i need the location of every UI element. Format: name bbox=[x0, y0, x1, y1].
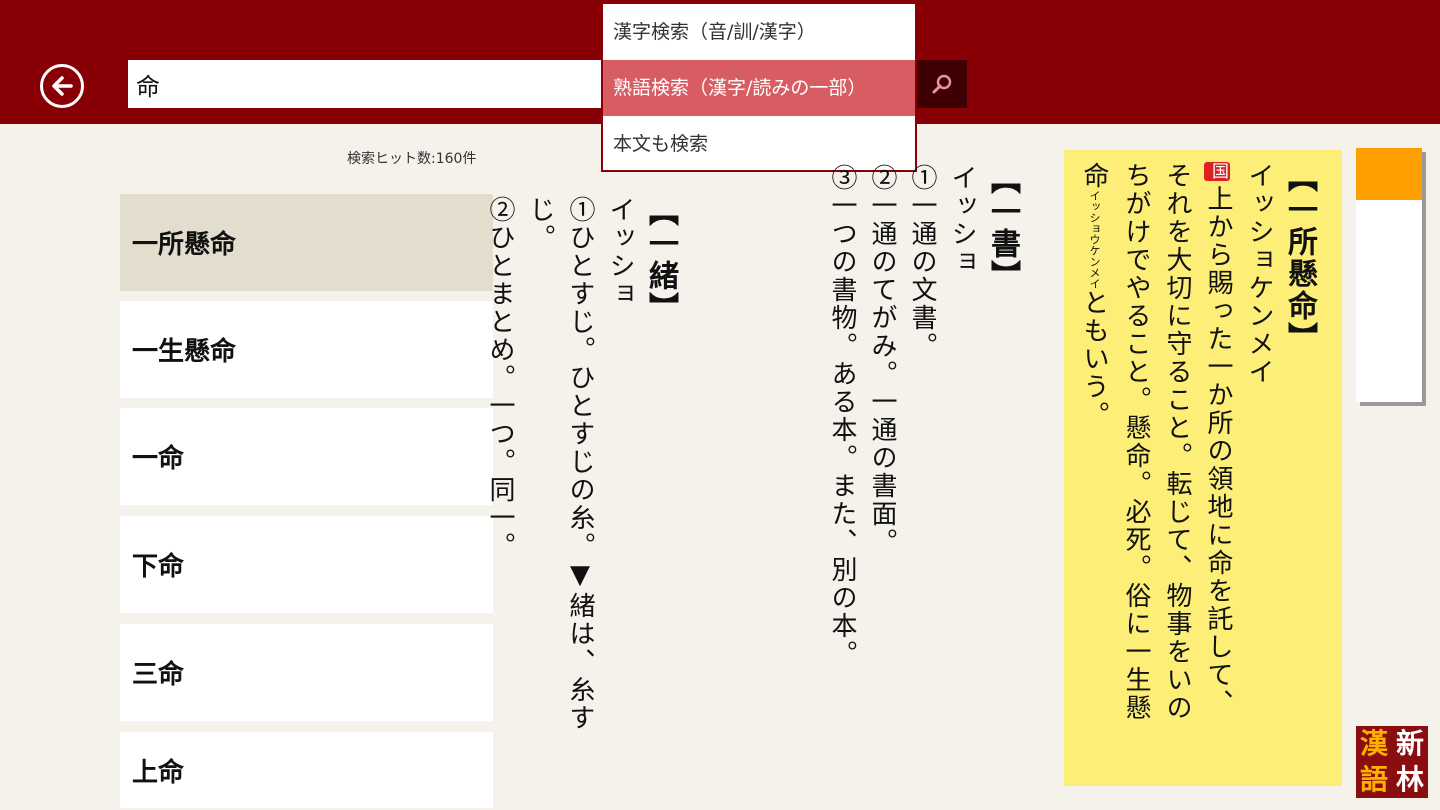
arrow-left-icon bbox=[52, 76, 73, 96]
search-mode-jukugo[interactable]: 熟語検索（漢字/読みの一部） bbox=[603, 60, 915, 116]
entry-headword: 【一緒】 bbox=[643, 196, 678, 324]
card-definition: ちがけでやること。懸命。必死。俗に一生懸 bbox=[1121, 162, 1151, 722]
card-ruby: イッショウケンメイ bbox=[1088, 190, 1101, 289]
hit-count: 検索ヒット数:160件 bbox=[347, 151, 477, 167]
result-item[interactable]: 一命 bbox=[120, 408, 493, 505]
entry-headword: 【一書】 bbox=[985, 164, 1020, 292]
side-tab[interactable] bbox=[1356, 148, 1422, 402]
card-definition: 上から賜った一か所の領地に命を託して、 bbox=[1203, 185, 1233, 717]
entry-reading: イッショ bbox=[947, 164, 977, 276]
entry-definition: ①ひとすじ。ひとすじの糸。▼緒は、糸すじ。 bbox=[525, 196, 595, 732]
search-button[interactable] bbox=[917, 60, 967, 108]
card-headword: 【一所懸命】 bbox=[1282, 162, 1317, 354]
app-logo: 漢 新 語 林 bbox=[1356, 726, 1428, 798]
logo-char: 林 bbox=[1395, 763, 1424, 796]
search-icon bbox=[932, 74, 952, 94]
result-item[interactable]: 下命 bbox=[120, 516, 493, 613]
back-button[interactable] bbox=[40, 64, 84, 108]
logo-char: 新 bbox=[1395, 727, 1424, 760]
search-mode-dropdown: 漢字検索（音/訓/漢字） 熟語検索（漢字/読みの一部） 本文も検索 bbox=[601, 2, 917, 172]
selected-entry-card: 【一所懸命】 イッショケンメイ 国上から賜った一か所の領地に命を託して、 それを… bbox=[1064, 150, 1342, 786]
entry-definition: ②ひとまとめ。一つ。同一。 bbox=[485, 196, 515, 560]
logo-char: 漢 bbox=[1359, 727, 1388, 760]
search-mode-kanji[interactable]: 漢字検索（音/訓/漢字） bbox=[603, 4, 915, 60]
result-item[interactable]: 上命 bbox=[120, 732, 493, 808]
entry-issho-thread: 【一緒】 イッショ ①ひとすじ。ひとすじの糸。▼緒は、糸すじ。 ②ひとまとめ。一… bbox=[480, 196, 680, 756]
entry-definition: ①一通の文書。 bbox=[907, 164, 937, 360]
result-item[interactable]: 三命 bbox=[120, 624, 493, 721]
card-definition: 命 bbox=[1079, 162, 1109, 190]
result-item[interactable]: 一所懸命 bbox=[120, 194, 493, 291]
search-input[interactable] bbox=[128, 60, 602, 108]
card-definition: ともいう。 bbox=[1079, 289, 1109, 429]
logo-char: 語 bbox=[1359, 763, 1388, 796]
result-item[interactable]: 一生懸命 bbox=[120, 301, 493, 398]
entry-reading: イッショ bbox=[605, 196, 635, 308]
card-reading: イッショケンメイ bbox=[1244, 162, 1274, 386]
entry-definition: ②一通のてがみ。一通の書面。 bbox=[867, 164, 897, 556]
side-tab-accent bbox=[1356, 148, 1422, 200]
card-definition: それを大切に守ること。転じて、物事をいの bbox=[1162, 162, 1192, 722]
entry-definition: ③一つの書物。ある本。また、別の本。 bbox=[827, 164, 857, 668]
entry-issho-book: 【一書】 イッショ ①一通の文書。 ②一通のてがみ。一通の書面。 ③一つの書物。… bbox=[822, 164, 1022, 724]
kokugo-badge: 国 bbox=[1204, 162, 1230, 181]
